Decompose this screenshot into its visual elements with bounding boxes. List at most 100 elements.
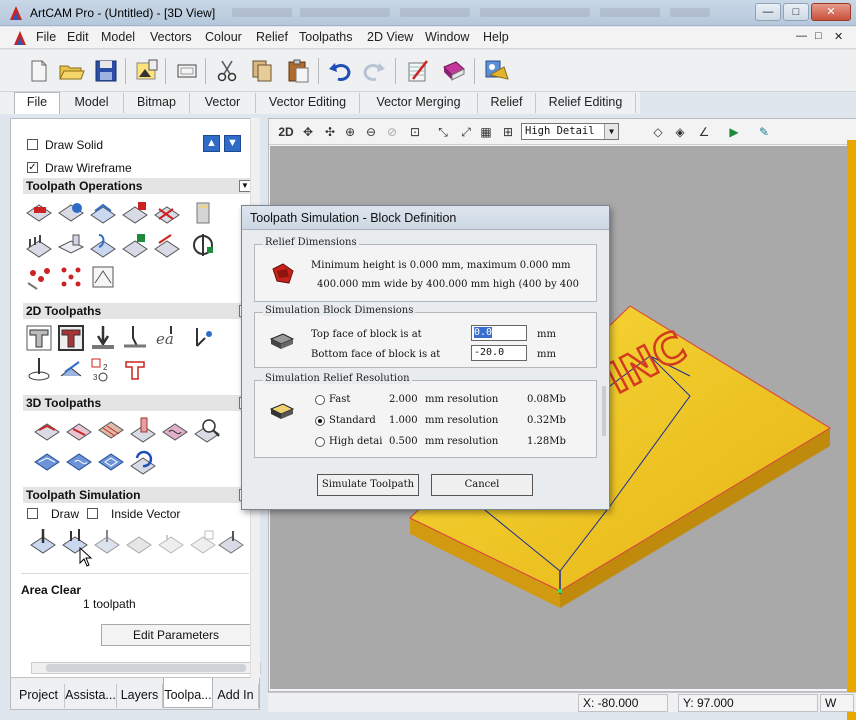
menu-window[interactable]: Window: [425, 30, 469, 44]
chevron-down-icon[interactable]: ▼: [604, 124, 618, 139]
machine-relief-3d-icon[interactable]: [33, 416, 61, 444]
simulation-stop-icon[interactable]: [157, 527, 185, 555]
move-up-button[interactable]: ▲: [203, 135, 220, 152]
menu-colour[interactable]: Colour: [205, 30, 242, 44]
machine-relief-icon[interactable]: [25, 356, 53, 384]
paste-icon[interactable]: [284, 57, 312, 85]
t-slot-toolpath-icon[interactable]: [121, 356, 149, 384]
inner-minimize-button[interactable]: —: [796, 30, 807, 42]
simulation-pause-icon[interactable]: [93, 527, 121, 555]
bevel-toolpath-icon[interactable]: [189, 324, 217, 352]
play-simulation-icon[interactable]: ▶: [725, 123, 743, 141]
simulation-reset-icon[interactable]: [125, 527, 153, 555]
tab-vector-editing[interactable]: Vector Editing: [256, 93, 360, 113]
tab-project[interactable]: Project: [13, 684, 65, 708]
menu-relief[interactable]: Relief: [256, 30, 288, 44]
inner-restore-button[interactable]: □: [815, 30, 822, 42]
toolpath-nesting-icon[interactable]: [25, 263, 53, 291]
simulation-export-icon[interactable]: [189, 527, 217, 555]
toolpath-group-icon[interactable]: [25, 231, 53, 259]
raster-3d-icon[interactable]: [97, 416, 125, 444]
calculate-toolpaths-icon[interactable]: [25, 199, 53, 227]
sim-inside-vector-checkbox[interactable]: [87, 508, 98, 519]
sim-draw-checkbox[interactable]: [27, 508, 38, 519]
toolpath-template-icon[interactable]: [89, 263, 117, 291]
bottom-face-input[interactable]: -20.0: [471, 345, 527, 361]
cut-scissors-icon[interactable]: [213, 57, 241, 85]
menu-vectors[interactable]: Vectors: [150, 30, 192, 44]
zoom-out-icon[interactable]: ⊖: [362, 123, 380, 141]
toolpath-surface-icon[interactable]: [89, 231, 117, 259]
tab-vector[interactable]: Vector: [190, 93, 256, 113]
draw-wireframe-checkbox[interactable]: ✓: [27, 162, 38, 173]
menu-2d-view[interactable]: 2D View: [367, 30, 413, 44]
render-detail-select[interactable]: High Detail ▼: [521, 123, 619, 140]
minimize-button[interactable]: —: [755, 3, 781, 21]
machine-3d-offset-icon[interactable]: [97, 448, 125, 476]
axis-xy-icon[interactable]: ⤡: [434, 123, 452, 141]
zoom-extents-icon[interactable]: ⊡: [406, 123, 424, 141]
toolpath-merge-icon[interactable]: [153, 199, 181, 227]
axis-xz-icon[interactable]: ⤢: [457, 123, 475, 141]
toolpath-points-icon[interactable]: [57, 263, 85, 291]
refresh-toolpath-icon[interactable]: [129, 448, 157, 476]
section-2d-toolpaths[interactable]: 2D Toolpaths ▼: [23, 303, 253, 319]
redo-icon[interactable]: [360, 57, 388, 85]
help-wizard-icon[interactable]: [482, 57, 510, 85]
axis-isometric-icon[interactable]: ▦: [477, 123, 495, 141]
toolpath-rotary-icon[interactable]: [189, 231, 217, 259]
machine-3d-relief-blue-icon[interactable]: [33, 448, 61, 476]
tab-relief-editing[interactable]: Relief Editing: [536, 93, 636, 113]
tool-database-icon[interactable]: [189, 199, 217, 227]
book-icon[interactable]: [440, 57, 468, 85]
inner-close-button[interactable]: ✕: [834, 30, 843, 43]
toolpath-copy-icon[interactable]: [153, 231, 181, 259]
grid-view-icon[interactable]: ◈: [671, 123, 689, 141]
section-toolpath-simulation[interactable]: Toolpath Simulation ▼: [23, 487, 253, 503]
menu-toolpaths[interactable]: Toolpaths: [299, 30, 353, 44]
zoom-in-icon[interactable]: ⊕: [341, 123, 359, 141]
diamond-view-icon[interactable]: ◇: [649, 123, 667, 141]
tab-layers[interactable]: Layers: [117, 684, 163, 708]
scrollbar-thumb[interactable]: [46, 664, 246, 672]
toolpath-edit-icon[interactable]: [121, 199, 149, 227]
tab-assistant[interactable]: Assista...: [65, 684, 117, 708]
area-clear-toolpath-icon[interactable]: [57, 324, 85, 352]
close-button[interactable]: ✕: [811, 3, 851, 21]
drill-toolpath-icon[interactable]: [89, 324, 117, 352]
pan-view-icon[interactable]: ✣: [321, 123, 339, 141]
menu-model[interactable]: Model: [101, 30, 135, 44]
zoom-previous-icon[interactable]: ⊘: [383, 123, 401, 141]
toolpath-stack-icon[interactable]: [89, 199, 117, 227]
feature-machining-icon[interactable]: [129, 416, 157, 444]
menu-file[interactable]: File: [36, 30, 56, 44]
open-folder-icon[interactable]: [57, 57, 85, 85]
resolution-fast-radio[interactable]: [315, 395, 325, 405]
tab-bitmap[interactable]: Bitmap: [124, 93, 190, 113]
panel-horizontal-scrollbar[interactable]: [31, 662, 261, 674]
maximize-button[interactable]: □: [783, 3, 809, 21]
toolpath-preview-zoom-icon[interactable]: [193, 416, 221, 444]
material-block-icon[interactable]: [57, 231, 85, 259]
tab-file[interactable]: File: [14, 92, 60, 114]
menu-edit[interactable]: Edit: [67, 30, 89, 44]
cancel-button[interactable]: Cancel: [431, 474, 533, 496]
vcarve-toolpath-icon[interactable]: [121, 324, 149, 352]
paint-brush-icon[interactable]: ✎: [755, 123, 773, 141]
section-3d-toolpaths[interactable]: 3D Toolpaths ▼: [23, 395, 253, 411]
section-toolpath-operations[interactable]: Toolpath Operations ▼: [23, 178, 253, 194]
engrave-text-icon[interactable]: ea: [153, 324, 181, 352]
toolpath-info-icon[interactable]: [57, 199, 85, 227]
rotate-view-icon[interactable]: ✥: [299, 123, 317, 141]
toolpath-transform-icon[interactable]: [121, 231, 149, 259]
tab-relief[interactable]: Relief: [478, 93, 536, 113]
top-face-input[interactable]: 0.0: [471, 325, 527, 341]
new-file-icon[interactable]: [24, 57, 52, 85]
inlay-toolpath-icon[interactable]: [57, 356, 85, 384]
tab-toolpaths[interactable]: Toolpa...: [163, 678, 213, 708]
bitmap-import-icon[interactable]: [133, 57, 161, 85]
simulate-toolpath-icon[interactable]: [29, 527, 57, 555]
profile-toolpath-icon[interactable]: [25, 324, 53, 352]
simulate-toolpath-button[interactable]: Simulate Toolpath: [317, 474, 419, 496]
machine-3d-spiral-icon[interactable]: [65, 448, 93, 476]
